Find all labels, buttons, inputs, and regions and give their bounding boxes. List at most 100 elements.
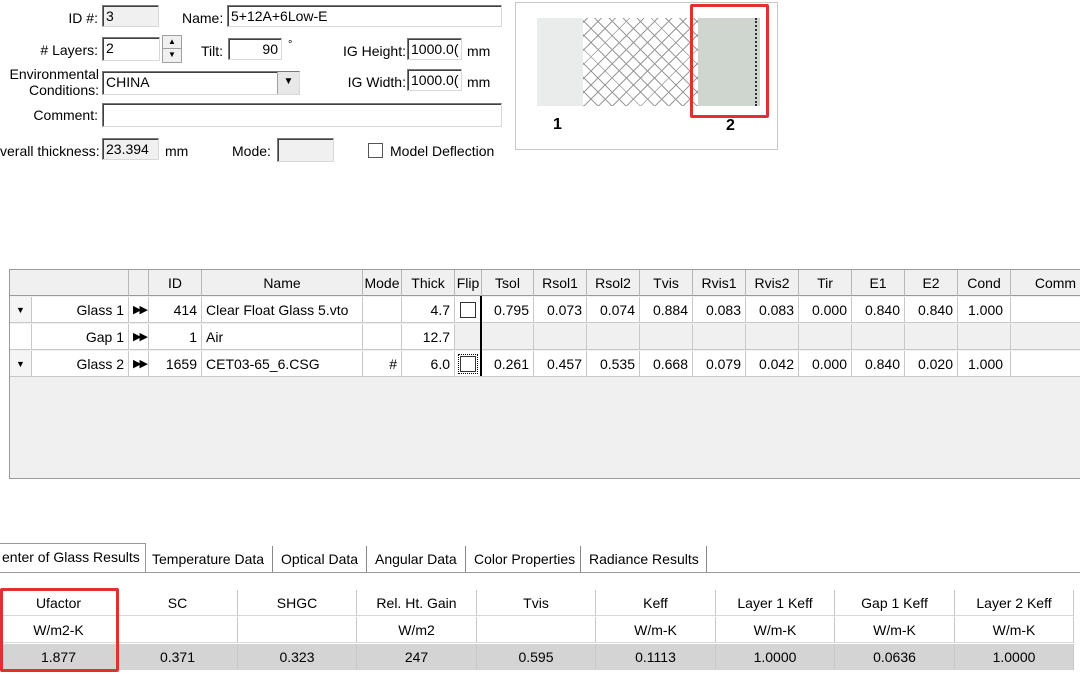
result-value-sc: 0.371 [118,644,238,670]
env-conditions-select[interactable]: CHINA ▼ [102,71,300,95]
cell-flip [455,324,482,350]
cell-comment[interactable] [1011,297,1080,323]
grid-row-glass-2[interactable]: ▼ Glass 2 ▶▶ 1659 CET03-65_6.CSG # 6.0 0… [10,351,1080,377]
cell-name[interactable]: Clear Float Glass 5.vto [202,297,363,323]
cell-id[interactable]: 414 [149,297,202,323]
ig-height-input[interactable]: 1000.0( [407,38,462,60]
tab-radiance-results[interactable]: Radiance Results [586,546,707,572]
flip-checkbox[interactable] [458,354,478,375]
name-input[interactable]: 5+12A+6Low-E [227,5,502,27]
cell-comment [1011,324,1080,350]
cell-mode[interactable]: # [363,351,402,377]
grid-header-rsol2: Rsol2 [587,270,640,296]
grid-header-rvis1: Rvis1 [693,270,746,296]
fast-forward-icon[interactable]: ▶▶ [129,324,149,350]
comment-input[interactable] [102,103,502,127]
env-conditions-value: CHINA [106,74,150,90]
tab-center-of-glass-results[interactable]: enter of Glass Results [0,543,146,572]
result-header-sc: SC [118,590,238,616]
overall-thickness-field: 23.394 [102,138,159,160]
grid-row-glass-1[interactable]: ▼ Glass 1 ▶▶ 414 Clear Float Glass 5.vto… [10,297,1080,323]
grid-header-flip: Flip [455,270,482,296]
grid-row-gap-1[interactable]: Gap 1 ▶▶ 1 Air 12.7 [10,324,1080,350]
result-value-shgc: 0.323 [238,644,357,670]
cell-tvis: 0.668 [640,351,693,377]
result-unit: W/m-K [955,617,1074,643]
spin-up-icon[interactable]: ▲ [163,36,181,49]
result-value-gap1-keff: 0.0636 [835,644,955,670]
cell-thick[interactable]: 4.7 [402,297,455,323]
spin-down-icon[interactable]: ▼ [163,49,181,62]
grid-header-e1: E1 [852,270,905,296]
cell-mode[interactable] [363,297,402,323]
comment-label: Comment: [33,107,98,123]
grid-header-comment: Comm [1011,270,1080,296]
layers-spinner[interactable]: ▲ ▼ [162,35,182,63]
row-dropdown-icon[interactable]: ▼ [10,297,32,323]
layer-name: Gap 1 [32,324,129,350]
cell-rsol1: 0.457 [534,351,587,377]
result-header-gap1-keff: Gap 1 Keff [835,590,955,616]
cell-id[interactable]: 1659 [149,351,202,377]
fast-forward-icon[interactable]: ▶▶ [129,297,149,323]
tilt-input[interactable]: 90 [228,38,282,60]
tilt-unit: ° [288,39,293,51]
results-tabs: enter of Glass Results Temperature Data … [0,543,720,572]
result-unit [238,617,357,643]
name-label: Name: [182,10,224,26]
cell-name[interactable]: Air [202,324,363,350]
cell-thick[interactable]: 12.7 [402,324,455,350]
result-unit: W/m-K [716,617,835,643]
grid-header-cell [129,270,149,296]
tab-optical-data[interactable]: Optical Data [278,546,367,572]
cell-rvis1: 0.079 [693,351,746,377]
cell-flip[interactable] [455,297,482,323]
tab-angular-data[interactable]: Angular Data [372,546,466,572]
ig-width-input[interactable]: 1000.0( [407,69,462,91]
result-header-keff: Keff [596,590,716,616]
flip-checkbox[interactable] [460,302,476,319]
cell-e2: 0.840 [905,297,958,323]
cell-tvis [640,324,693,350]
layers-input[interactable]: 2 [102,37,160,61]
cell-rvis2 [746,324,799,350]
cell-mode[interactable] [363,324,402,350]
grid-header-e2: E2 [905,270,958,296]
model-deflection-checkbox[interactable] [368,143,383,158]
tab-temperature-data[interactable]: Temperature Data [149,546,273,572]
cell-rvis1 [693,324,746,350]
result-unit: W/m2 [357,617,477,643]
result-header-tvis: Tvis [477,590,596,616]
layer-name: Glass 1 [32,297,129,323]
cell-tsol: 0.795 [482,297,534,323]
ufactor-highlight [0,588,119,672]
results-table: Ufactor SC SHGC Rel. Ht. Gain Tvis Keff … [0,590,1080,674]
result-header-shgc: SHGC [238,590,357,616]
id-field: 3 [102,5,159,27]
row-dropdown-placeholder [10,324,32,350]
grid-header-tsol: Tsol [482,270,534,296]
grid-header-id: ID [149,270,202,296]
cell-tvis: 0.884 [640,297,693,323]
cell-id[interactable]: 1 [149,324,202,350]
model-deflection-label: Model Deflection [390,143,495,159]
result-value-layer2-keff: 1.0000 [955,644,1074,670]
cell-flip[interactable] [455,351,482,377]
env-label-2: Conditions: [28,82,99,98]
cell-tir: 0.000 [799,351,852,377]
result-unit: W/m-K [596,617,716,643]
cell-comment[interactable] [1011,351,1080,377]
overall-thickness-label: verall thickness: [0,143,100,159]
pane-1-number: 1 [553,116,562,133]
cell-thick[interactable]: 6.0 [402,351,455,377]
cell-name[interactable]: CET03-65_6.CSG [202,351,363,377]
result-value-rel-ht-gain: 247 [357,644,477,670]
fast-forward-icon[interactable]: ▶▶ [129,351,149,377]
tab-color-properties[interactable]: Color Properties [471,546,581,572]
grid-header-thick: Thick [402,270,455,296]
result-unit [118,617,238,643]
row-dropdown-icon[interactable]: ▼ [10,351,32,377]
cell-e2: 0.020 [905,351,958,377]
cell-tsol: 0.261 [482,351,534,377]
chevron-down-icon[interactable]: ▼ [277,72,299,94]
